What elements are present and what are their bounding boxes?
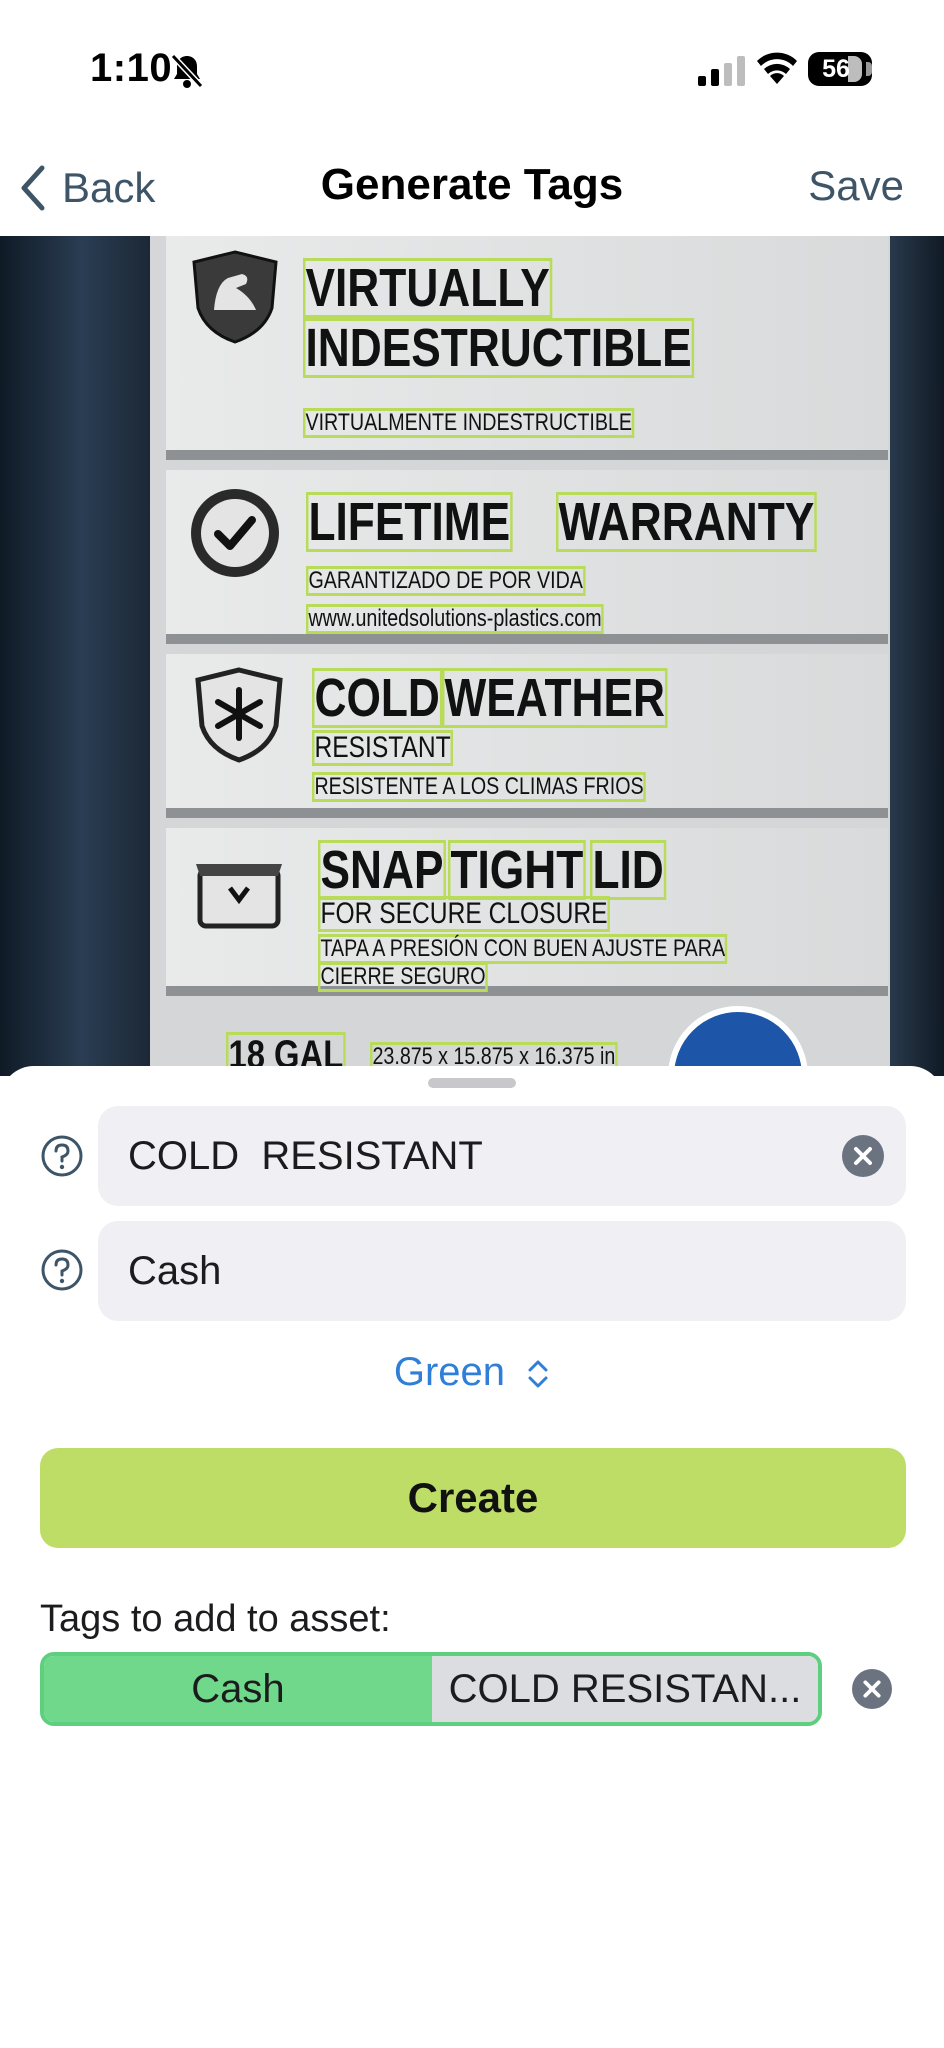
clear-circle-icon[interactable]: [842, 1135, 884, 1177]
create-button[interactable]: Create: [40, 1448, 906, 1548]
ocr-word[interactable]: WARRANTY: [556, 492, 817, 552]
tag-name-field[interactable]: COLD RESISTANT: [98, 1106, 906, 1206]
ocr-word[interactable]: TIGHT: [448, 840, 586, 900]
label-panel-cold-weather: COLD WEATHER RESISTANT RESISTENTE A LOS …: [166, 654, 888, 818]
snowflake-shield-icon: [195, 667, 283, 763]
page-title: Generate Tags: [320, 160, 624, 209]
category-value: Cash: [128, 1249, 222, 1293]
photo-background-left: [0, 236, 150, 1076]
bell-slash-icon: [170, 53, 204, 89]
strong-arm-shield-icon: [192, 250, 278, 344]
color-picker[interactable]: Green: [0, 1350, 944, 1395]
ocr-word[interactable]: TAPA A PRESIÓN CON BUEN AJUSTE PARA: [318, 934, 728, 964]
ocr-word[interactable]: RESISTENTE A LOS CLIMAS FRIOS: [312, 772, 647, 802]
ocr-word[interactable]: LIFETIME: [306, 492, 513, 552]
ocr-word[interactable]: VIRTUALMENTE INDESTRUCTIBLE: [303, 408, 635, 438]
ocr-word[interactable]: FOR SECURE CLOSURE: [318, 896, 610, 932]
ocr-word[interactable]: WEATHER: [442, 668, 668, 728]
battery-icon: 56: [808, 52, 872, 86]
sheet-grabber[interactable]: [428, 1078, 516, 1088]
bottom-sheet: COLD RESISTANT Cash Green Create Tags to…: [0, 1066, 944, 2048]
ocr-word[interactable]: CIERRE SEGURO: [318, 962, 489, 992]
tag-list: Cash COLD RESISTAN...: [40, 1652, 822, 1726]
ocr-word[interactable]: SNAP: [318, 840, 446, 900]
status-bar: 1:10 56: [0, 0, 944, 140]
ocr-word[interactable]: www.unitedsolutions-plastics.com: [306, 604, 605, 634]
ocr-word[interactable]: LID: [590, 840, 667, 900]
label-panel-warranty: LIFETIME WARRANTY GARANTIZADO DE POR VID…: [166, 470, 888, 644]
storage-bin-icon: [196, 864, 282, 929]
status-time: 1:10: [90, 46, 173, 90]
chevron-up-down-icon: [528, 1360, 548, 1388]
question-circle-icon[interactable]: [40, 1134, 84, 1178]
check-badge-icon: [191, 489, 279, 577]
ocr-word[interactable]: RESISTANT: [312, 730, 454, 766]
save-button[interactable]: Save: [808, 162, 904, 210]
product-label: VIRTUALLY INDESTRUCTIBLE VIRTUALMENTE IN…: [150, 236, 890, 1076]
ocr-word[interactable]: COLD: [312, 668, 443, 728]
label-panel-snap-lid: SNAP TIGHT LID FOR SECURE CLOSURE TAPA A…: [166, 828, 888, 996]
tag-name-value: COLD RESISTANT: [128, 1134, 483, 1178]
label-panel-indestructible: VIRTUALLY INDESTRUCTIBLE VIRTUALMENTE IN…: [166, 236, 888, 460]
clear-tags-icon[interactable]: [852, 1669, 892, 1709]
battery-percent: 56: [822, 55, 850, 83]
scanned-photo: VIRTUALLY INDESTRUCTIBLE VIRTUALMENTE IN…: [0, 236, 944, 1076]
photo-background-right: [884, 236, 944, 1076]
navigation-bar: Back Generate Tags Save: [0, 140, 944, 236]
question-circle-icon[interactable]: [40, 1248, 84, 1292]
tag-chip-cold-resistant[interactable]: COLD RESISTAN...: [432, 1656, 818, 1722]
tag-chip-cash[interactable]: Cash: [44, 1656, 432, 1722]
signal-icon: [698, 56, 745, 86]
generate-tags-screen: 1:10 56 Back Generate Tags Save VIRTUALL…: [0, 0, 944, 2048]
tags-section-label: Tags to add to asset:: [40, 1598, 391, 1640]
color-picker-value: Green: [393, 1350, 506, 1394]
wifi-icon: [757, 52, 797, 84]
category-field[interactable]: Cash: [98, 1221, 906, 1321]
ocr-word[interactable]: INDESTRUCTIBLE: [303, 318, 695, 378]
battery-nub: [866, 62, 872, 76]
ocr-word[interactable]: GARANTIZADO DE POR VIDA: [306, 566, 586, 596]
ocr-word[interactable]: VIRTUALLY: [303, 258, 553, 318]
